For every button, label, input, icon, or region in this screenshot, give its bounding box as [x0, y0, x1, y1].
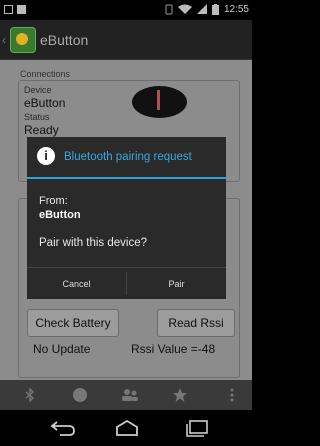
star-icon: [173, 388, 187, 402]
overflow-menu-button[interactable]: [212, 380, 252, 410]
tab-favorites[interactable]: [155, 380, 205, 410]
device-logo: [132, 86, 187, 118]
status-bar: 12:55: [0, 0, 252, 20]
cancel-button[interactable]: Cancel: [27, 268, 126, 299]
home-icon[interactable]: [115, 419, 139, 437]
back-icon[interactable]: [50, 419, 76, 437]
dialog-title-divider: [27, 177, 226, 179]
clock: 12:55: [223, 4, 249, 15]
notification-icon-2: [17, 5, 26, 14]
vibrate-icon: [165, 4, 173, 15]
wifi-icon: [177, 4, 192, 14]
tab-people[interactable]: [105, 380, 155, 410]
overflow-menu-icon: [230, 388, 234, 402]
people-icon: [122, 389, 138, 401]
from-label: From:: [39, 195, 68, 207]
dialog-header: i Bluetooth pairing request: [27, 137, 226, 177]
check-battery-button[interactable]: Check Battery: [27, 309, 119, 337]
connections-section-label: Connections: [20, 69, 71, 79]
notification-icon: [4, 5, 13, 14]
tab-record[interactable]: [55, 380, 105, 410]
bluetooth-icon: [25, 388, 35, 402]
recents-icon[interactable]: [185, 419, 209, 437]
app-icon[interactable]: [10, 27, 36, 53]
pair-button[interactable]: Pair: [127, 268, 226, 299]
pairing-dialog: i Bluetooth pairing request From: eButto…: [27, 137, 226, 299]
action-bar: ‹ eButton: [0, 20, 252, 60]
system-nav-bar: [0, 410, 252, 446]
status-value: Ready: [24, 123, 59, 137]
read-rssi-button[interactable]: Read Rssi: [157, 309, 235, 337]
signal-icon: [196, 4, 207, 14]
tab-bluetooth[interactable]: [5, 380, 55, 410]
status-label: Status: [24, 112, 50, 122]
device-label: Device: [24, 85, 52, 95]
app-title: eButton: [40, 32, 89, 48]
up-caret-icon[interactable]: ‹: [2, 33, 6, 47]
device-value: eButton: [24, 96, 66, 110]
info-icon: i: [37, 147, 55, 165]
rssi-value: Rssi Value =-48: [131, 342, 216, 356]
battery-icon: [211, 4, 219, 15]
battery-status: No Update: [33, 342, 91, 356]
pair-question: Pair with this device?: [39, 237, 148, 249]
tab-bar: [0, 380, 252, 410]
record-icon: [73, 388, 87, 402]
from-value: eButton: [39, 209, 81, 221]
dialog-title: Bluetooth pairing request: [64, 151, 192, 163]
